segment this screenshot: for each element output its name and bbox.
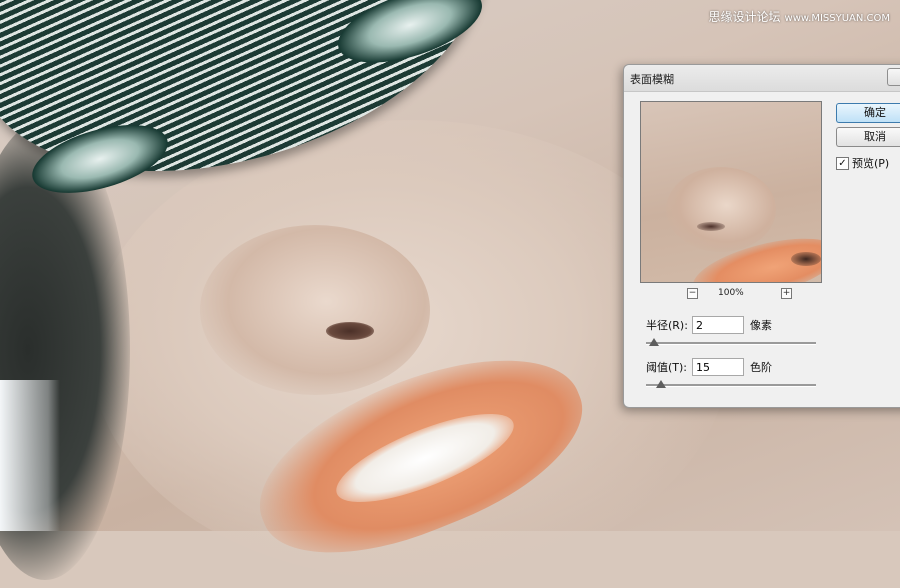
radius-slider-track [646,342,816,345]
watermark: 思缘设计论坛 www.MISSYUAN.COM [709,8,891,25]
watermark-text: 思缘设计论坛 [708,10,781,24]
zoom-level: 100% [718,288,744,298]
radius-slider-thumb[interactable] [649,338,660,346]
photo-nose [200,225,430,395]
preview-image[interactable] [640,101,822,283]
photo-background-white [0,380,60,531]
preview-checkbox-label: 预览(P) [852,157,890,170]
cancel-button[interactable]: 取消 [836,127,900,147]
close-button[interactable] [887,68,900,86]
radius-unit: 像素 [750,319,772,332]
preview-mouth-corner [791,252,821,266]
preview-checkbox-row[interactable]: ✓ 预览(P) [836,155,889,171]
dialog-titlebar[interactable]: 表面模糊 [624,65,900,92]
preview-nose [666,167,776,252]
radius-input[interactable] [692,316,744,334]
threshold-input[interactable] [692,358,744,376]
radius-row: 半径(R): 像素 [646,316,772,334]
zoom-out-button[interactable]: − [687,288,698,299]
ok-button[interactable]: 确定 [836,103,900,123]
watermark-site: www.MISSYUAN.COM [784,13,890,24]
radius-label: 半径(R): [646,319,688,332]
threshold-slider-thumb[interactable] [655,380,666,388]
threshold-row: 阈值(T): 色阶 [646,358,772,376]
threshold-slider[interactable] [646,380,816,390]
radius-slider[interactable] [646,338,816,348]
preview-nostril [697,222,725,231]
preview-checkbox[interactable]: ✓ [836,156,849,170]
threshold-slider-track [646,384,816,387]
photo-nostril [326,322,374,340]
threshold-unit: 色阶 [750,361,772,374]
zoom-controls: − 100% + [640,287,820,301]
zoom-in-button[interactable]: + [781,288,792,299]
surface-blur-dialog: 表面模糊 − 100% + 确定 取消 ✓ 预览(P) 半径(R): 像素 阈值… [623,64,900,408]
dialog-title: 表面模糊 [630,73,674,86]
threshold-label: 阈值(T): [646,361,688,374]
